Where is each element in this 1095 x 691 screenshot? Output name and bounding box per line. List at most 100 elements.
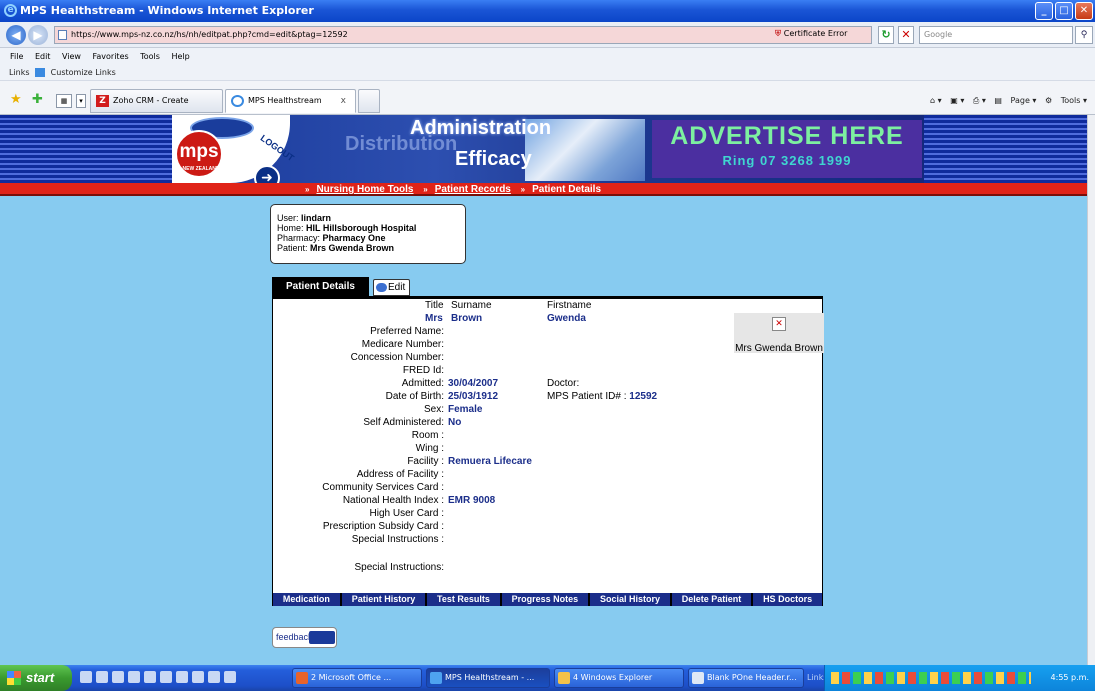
taskbar-item-office[interactable]: 2 Microsoft Office ...	[292, 668, 422, 688]
tray-icons[interactable]	[831, 672, 1031, 684]
breadcrumb-nursing-home-tools[interactable]: Nursing Home Tools	[316, 184, 413, 195]
patient-details-panel: Title Surname Firstname Mrs Brown Gwenda…	[272, 296, 824, 605]
quick-launch-icon[interactable]	[208, 671, 220, 683]
menu-edit[interactable]: Edit	[35, 52, 51, 61]
menu-bar: File Edit View Favorites Tools Help	[0, 48, 1095, 65]
patient-label: Patient:	[277, 243, 308, 253]
quick-launch-icon[interactable]	[144, 671, 156, 683]
quick-launch-icon[interactable]	[192, 671, 204, 683]
photo-caption: Mrs Gwenda Brown	[735, 343, 823, 354]
links-label: Links	[9, 68, 30, 77]
breadcrumb-arrow-icon: »	[423, 185, 428, 194]
patient-history-button[interactable]: Patient History	[341, 593, 426, 606]
field-label: Medicare Number:	[361, 339, 444, 350]
refresh-button[interactable]: ↻	[878, 26, 894, 44]
mps-logo[interactable]: mps NEW ZEALAND	[175, 130, 223, 178]
start-button[interactable]: start	[0, 665, 72, 691]
edit-label: Edit	[388, 282, 406, 293]
quick-launch-icon[interactable]	[176, 671, 188, 683]
menu-file[interactable]: File	[10, 52, 23, 61]
page-menu[interactable]: ▤ Page ▾	[994, 96, 1036, 105]
print-icon[interactable]: ⎙ ▾	[973, 96, 986, 105]
feeds-icon[interactable]: ▣ ▾	[950, 96, 964, 105]
taskbar-item-label: Blank POne Header.r...	[707, 673, 797, 682]
office-icon	[296, 672, 308, 684]
tab-patient-details[interactable]: Patient Details	[272, 277, 369, 296]
tab-zoho-crm[interactable]: Z Zoho CRM - Create Contact	[90, 89, 223, 127]
mps-id-value: 12592	[629, 391, 658, 402]
logo-subtext: NEW ZEALAND	[182, 166, 220, 172]
breadcrumb-patient-records[interactable]: Patient Records	[435, 184, 511, 195]
tab-mps-healthstream[interactable]: MPS Healthstream x	[225, 89, 356, 113]
breadcrumb: » Nursing Home Tools » Patient Records » Pa…	[298, 183, 601, 196]
header-firstname: Firstname	[547, 300, 592, 311]
header-surname: Surname	[451, 300, 492, 311]
nav-strip: » Nursing Home Tools » Patient Records » Pa…	[0, 183, 1087, 196]
certificate-error-button[interactable]: ⛨ Certificate Error	[775, 27, 847, 41]
mps-id-label: MPS Patient ID# : 12592	[547, 391, 657, 403]
tools-menu[interactable]: ⚙ Tools ▾	[1045, 96, 1087, 105]
quick-launch-icon[interactable]	[80, 671, 92, 683]
taskbar-item-label: 4 Windows Explorer	[573, 673, 653, 682]
field-label: Concession Number:	[350, 352, 444, 363]
medication-button[interactable]: Medication	[273, 593, 340, 606]
field-label: Admitted:	[401, 378, 444, 389]
stop-button[interactable]: ✕	[898, 26, 914, 44]
quick-launch-icon[interactable]	[96, 671, 108, 683]
folder-icon	[558, 672, 570, 684]
taskbar-item-label: 2 Microsoft Office ...	[311, 673, 392, 682]
back-button[interactable]: ◀	[6, 25, 26, 45]
forward-button[interactable]: ▶	[28, 25, 48, 45]
quick-launch-icon[interactable]	[224, 671, 236, 683]
feedback-button[interactable]: feedback	[272, 627, 337, 648]
taskbar-item-blank-pone[interactable]: Blank POne Header.r...	[688, 668, 804, 688]
maximize-button[interactable]: □	[1055, 2, 1073, 20]
menu-help[interactable]: Help	[171, 52, 189, 61]
advertise-banner[interactable]: ADVERTISE HERE Ring 07 3268 1999	[652, 120, 922, 178]
new-tab-button[interactable]	[358, 89, 380, 113]
field-label: Sex:	[423, 404, 444, 415]
menu-view[interactable]: View	[62, 52, 81, 61]
field-label: Prescription Subsidy Card :	[322, 521, 444, 532]
progress-notes-button[interactable]: Progress Notes	[501, 593, 589, 606]
tab-close-icon[interactable]: x	[341, 90, 346, 112]
quick-tabs-icon[interactable]: ▦	[56, 94, 72, 108]
tab-list-dropdown[interactable]: ▾	[76, 94, 86, 108]
field-label: High User Card :	[369, 508, 444, 519]
add-favorites-icon[interactable]: ✚	[32, 92, 43, 107]
quick-launch-icon[interactable]	[160, 671, 172, 683]
quick-launch-icon[interactable]	[128, 671, 140, 683]
favorites-star-icon[interactable]: ★	[10, 92, 22, 107]
address-input[interactable]: https://www.mps-nz.co.nz/hs/nh/editpat.p…	[54, 26, 872, 44]
banner-efficacy: Efficacy	[455, 148, 532, 170]
edit-button[interactable]: Edit	[373, 279, 410, 296]
taskbar-item-mps[interactable]: MPS Healthstream - ...	[426, 668, 550, 688]
menu-favorites[interactable]: Favorites	[93, 52, 129, 61]
taskbar-item-explorer[interactable]: 4 Windows Explorer	[554, 668, 684, 688]
taskbar: start 2 Microsoft Office ... MPS Healths…	[0, 665, 1095, 691]
hs-doctors-button[interactable]: HS Doctors	[753, 593, 822, 606]
page-content: mps NEW ZEALAND LOGOUT ➜ Distribution Adm…	[0, 115, 1087, 665]
ad-phone: Ring 07 3268 1999	[722, 153, 852, 168]
test-results-button[interactable]: Test Results	[427, 593, 500, 606]
field-label: Special Instructions :	[351, 534, 444, 545]
quick-launch-icon[interactable]	[112, 671, 124, 683]
delete-patient-button[interactable]: Delete Patient	[671, 593, 752, 606]
menu-tools[interactable]: Tools	[140, 52, 160, 61]
home-label: Home:	[277, 223, 304, 233]
page-icon	[58, 30, 67, 40]
search-icon[interactable]: ⚲	[1075, 26, 1093, 44]
social-history-button[interactable]: Social History	[590, 593, 670, 606]
customize-links-link[interactable]: Customize Links	[51, 68, 116, 77]
clock: 4:55 p.m.	[1050, 673, 1089, 682]
doctor-label: Doctor:	[547, 378, 580, 389]
broken-image-icon: ✕	[772, 317, 786, 331]
zoho-icon: Z	[96, 95, 109, 107]
minimize-button[interactable]: _	[1035, 2, 1053, 20]
vertical-scrollbar[interactable]	[1087, 115, 1095, 665]
search-input[interactable]: Google	[919, 26, 1073, 44]
shield-icon: ⛨	[775, 29, 784, 38]
ie-icon: e	[4, 4, 17, 17]
close-button[interactable]: ✕	[1075, 2, 1093, 20]
home-icon[interactable]: ⌂ ▾	[930, 96, 942, 105]
